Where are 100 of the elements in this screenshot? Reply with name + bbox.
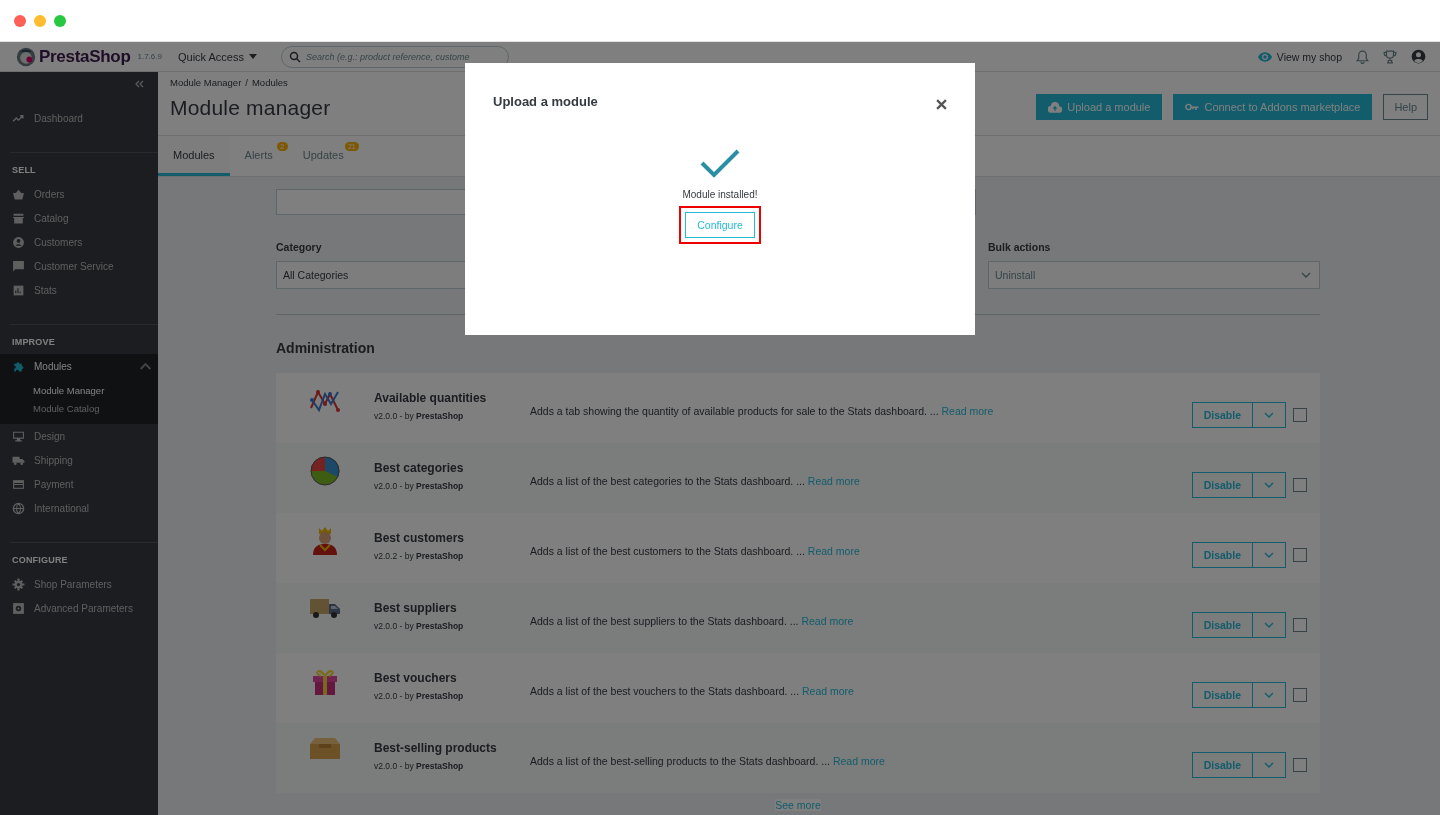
see-more-link[interactable]: See more [775, 799, 821, 811]
chevron-icon [1264, 412, 1274, 418]
puzzle-icon [12, 359, 25, 373]
sidebar-item[interactable]: Stats [0, 278, 158, 302]
sidebar-item[interactable]: Catalog [0, 206, 158, 230]
section-title: Administration [276, 340, 376, 356]
success-message: Module installed! [682, 189, 758, 200]
sidebar-item[interactable]: Advanced Parameters [0, 596, 158, 620]
module-version: v2.0.0 - by PrestaShop [374, 691, 465, 701]
read-more-link[interactable]: Read more [941, 405, 994, 417]
field-label: Category [276, 241, 323, 253]
close-icon [14, 14, 26, 27]
sidebar-item[interactable]: Dashboard [0, 106, 158, 130]
module-name: Best customers [374, 531, 466, 545]
breadcrumb-separator: / [245, 77, 248, 88]
sidebar-item[interactable]: Modules [0, 354, 158, 378]
checkmark-icon [700, 149, 740, 179]
help-button[interactable]: Help [1383, 94, 1428, 120]
sidebar-item[interactable]: Design [0, 424, 158, 448]
breadcrumb-link[interactable]: Module Manager [170, 77, 242, 88]
eye-icon [1257, 51, 1272, 62]
store-icon [12, 211, 25, 225]
configure-button[interactable]: Configure [685, 212, 755, 238]
module-name: Best-selling products [374, 741, 498, 755]
module-version: v2.0.2 - by PrestaShop [374, 551, 465, 561]
chat-icon [12, 259, 25, 273]
chevron-icon [1264, 762, 1274, 768]
chevron-icon [1264, 482, 1274, 488]
sidebar-item[interactable]: Customers [0, 230, 158, 254]
logo-text: PrestaShop [39, 46, 131, 67]
field-label: Bulk actions [988, 241, 1052, 253]
checkbox[interactable] [1293, 618, 1307, 632]
module-version: v2.0.0 - by PrestaShop [374, 621, 465, 631]
collapse-icon [134, 80, 144, 88]
chevron-icon [1264, 552, 1274, 558]
settings-icon [12, 601, 25, 615]
user-icon [12, 235, 25, 249]
checkbox[interactable] [1293, 408, 1307, 422]
read-more-link[interactable]: Read more [802, 685, 854, 697]
section-heading: SELL [11, 164, 37, 177]
submenu-item[interactable]: Module Catalog [0, 400, 158, 418]
modal-title: Upload a module [493, 94, 598, 109]
sidebar-item[interactable]: Payment [0, 472, 158, 496]
module-version: v2.0.0 - by PrestaShop [374, 481, 465, 491]
module-description: Adds a list of the best vouchers to the Stats dashboard. ... Read more [530, 684, 855, 699]
card-icon [12, 477, 25, 491]
user-icon [1411, 49, 1426, 64]
chevron-icon [1264, 622, 1274, 628]
bulk-actions-select[interactable]: Uninstall [988, 261, 1320, 289]
bell-icon [1356, 49, 1369, 64]
module-description: Adds a tab showing the quantity of available products for sale to the Stats dashboard. ... Read more [530, 404, 995, 419]
sidebar-item[interactable]: Shop Parameters [0, 572, 158, 596]
close-button[interactable] [936, 99, 947, 110]
module-version: v2.0.0 - by PrestaShop [374, 411, 465, 421]
view-shop-link[interactable]: View my shop [1257, 50, 1342, 63]
cloud-upload-icon [1048, 101, 1063, 113]
checkbox[interactable] [1293, 758, 1307, 772]
quick-access-menu[interactable]: Quick Access [177, 50, 257, 63]
bar-chart-icon [12, 283, 25, 297]
sidebar-item[interactable]: Customer Service [0, 254, 158, 278]
module-name: Best vouchers [374, 671, 458, 685]
logo-icon [16, 46, 36, 67]
submenu-item[interactable]: Module Manager [0, 382, 158, 400]
sidebar-item[interactable]: Shipping [0, 448, 158, 472]
module-description: Adds a list of the best categories to the Stats dashboard. ... Read more [530, 474, 861, 489]
connect-button[interactable]: Connect to Addons marketplace [1173, 94, 1373, 120]
sidebar-item[interactable]: International [0, 496, 158, 520]
zoom-icon [54, 14, 66, 27]
module-name: Best suppliers [374, 601, 458, 615]
box-icon [309, 736, 341, 760]
module-description: Adds a list of the best customers to the Stats dashboard. ... Read more [530, 544, 861, 559]
module-version: v2.0.0 - by PrestaShop [374, 761, 465, 771]
search-field[interactable]: Search (e.g.: product reference, custome [281, 45, 509, 68]
checkbox[interactable] [1293, 478, 1307, 492]
version-label: 1.7.6.9 [137, 52, 162, 61]
monitor-icon [12, 429, 25, 443]
globe-icon [12, 501, 25, 515]
read-more-link[interactable]: Read more [807, 545, 860, 557]
module-description: Adds a list of the best suppliers to the Stats dashboard. ... Read more [530, 614, 855, 629]
read-more-link[interactable]: Read more [807, 475, 860, 487]
chevron-icon [1264, 692, 1274, 698]
checkbox[interactable] [1293, 688, 1307, 702]
truck-icon [309, 596, 341, 620]
person-icon [311, 526, 339, 556]
sidebar-item[interactable]: Orders [0, 182, 158, 206]
basket-icon [12, 187, 25, 201]
breadcrumb-link[interactable]: Modules [251, 77, 288, 88]
read-more-link[interactable]: Read more [801, 615, 854, 627]
settings-icon [12, 577, 25, 591]
module-name: Available quantities [374, 391, 488, 405]
checkbox[interactable] [1293, 548, 1307, 562]
module-description: Adds a list of the best-selling products to the Stats dashboard. ... Read more [530, 754, 886, 769]
read-more-link[interactable]: Read more [832, 755, 885, 767]
section-heading: IMPROVE [11, 336, 56, 349]
upload-button[interactable]: Upload a module [1036, 94, 1163, 120]
chevron-icon [1301, 272, 1311, 278]
caret-icon [249, 54, 257, 59]
close-icon [936, 99, 947, 110]
trophy-icon [1383, 49, 1397, 64]
pie-chart-icon [310, 456, 340, 486]
